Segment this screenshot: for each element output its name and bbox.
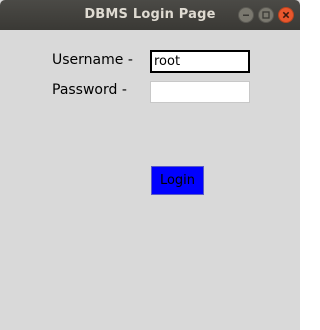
close-icon[interactable] — [278, 7, 294, 23]
title-bar[interactable]: DBMS Login Page — [0, 0, 300, 30]
login-button[interactable]: Login — [151, 166, 204, 195]
login-window: DBMS Login Page Username - Password - Lo… — [0, 0, 300, 330]
minimize-icon[interactable] — [238, 7, 254, 23]
username-label: Username - — [52, 52, 133, 68]
maximize-icon[interactable] — [258, 7, 274, 23]
username-input[interactable] — [150, 50, 250, 73]
password-input[interactable] — [150, 81, 250, 103]
window-title: DBMS Login Page — [84, 7, 216, 22]
password-label: Password - — [52, 82, 127, 98]
